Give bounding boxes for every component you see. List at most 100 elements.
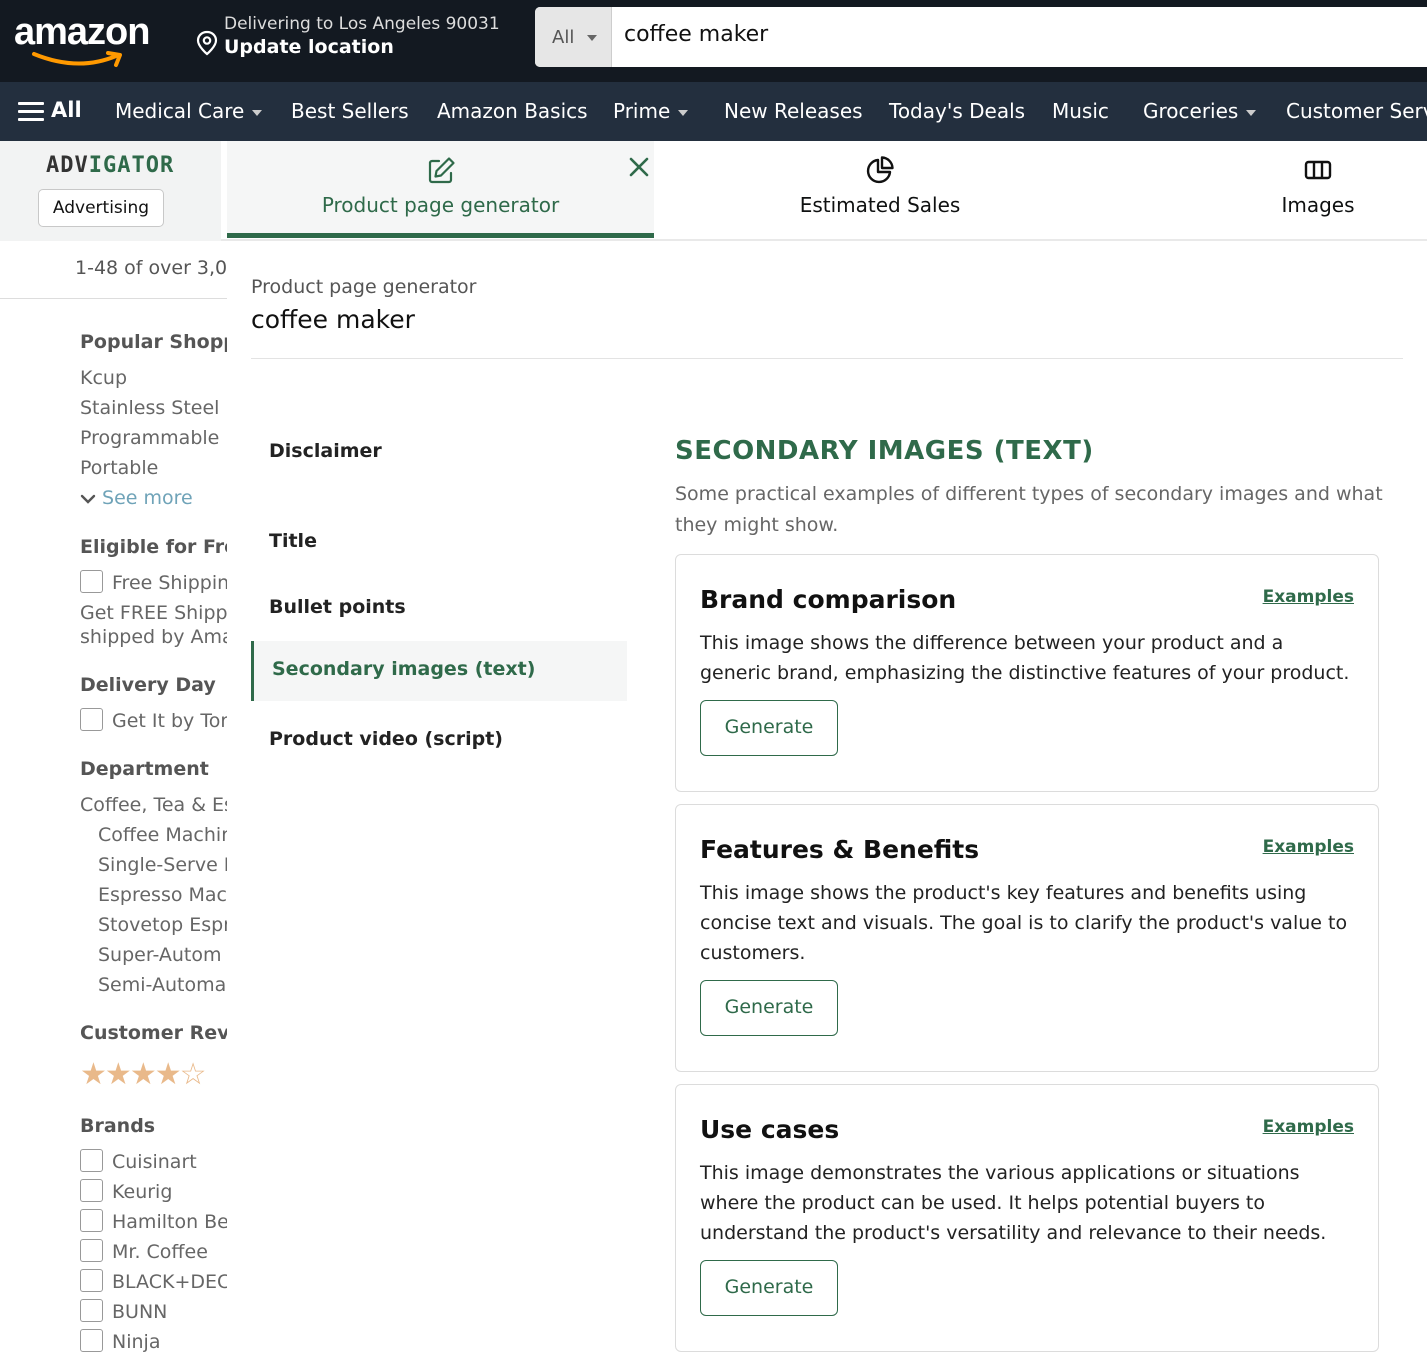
section-label: Product video (script) (269, 728, 503, 750)
checkbox-label: Ninja (112, 1331, 161, 1353)
filter-link[interactable]: Portable (80, 457, 158, 479)
nav-item-prime[interactable]: Prime (613, 99, 689, 123)
filter-heading-brands: Brands (80, 1115, 156, 1137)
filter-heading-eligible: Eligible for Fre (80, 536, 227, 558)
tab-images[interactable]: Images (1106, 141, 1427, 241)
checkbox-label: BUNN (112, 1301, 168, 1323)
tab-label: Product page generator (321, 193, 560, 217)
tab-label: Images (1281, 193, 1355, 217)
nav-item-music[interactable]: Music (1052, 99, 1109, 123)
caret-down-icon (252, 109, 263, 116)
divider (251, 358, 1403, 359)
nav-all-button[interactable]: All (51, 98, 82, 122)
page-title: coffee maker (251, 305, 415, 334)
checkbox[interactable] (80, 1269, 103, 1292)
logo-part: ADV (46, 153, 89, 178)
checkbox[interactable] (80, 1329, 103, 1352)
department-link[interactable]: Semi-Automa (98, 974, 226, 996)
nav-item-todays-deals[interactable]: Today's Deals (889, 99, 1025, 123)
amazon-logo[interactable]: amazon (14, 12, 164, 67)
card-features-benefits: Features & Benefits Examples This image … (675, 804, 1379, 1072)
filter-sidebar: Popular Shopp Kcup Stainless Steel Progr… (0, 299, 227, 1362)
close-icon[interactable] (628, 156, 650, 178)
checkbox-label: Free Shippin (112, 572, 227, 594)
generate-button[interactable]: Generate (700, 1260, 838, 1316)
tab-product-page-generator[interactable]: Product page generator (227, 141, 654, 238)
search-input[interactable]: coffee maker (624, 22, 768, 47)
nav-item-groceries[interactable]: Groceries (1143, 99, 1257, 123)
generate-button[interactable]: Generate (700, 980, 838, 1036)
tab-label: Estimated Sales (799, 193, 961, 217)
chevron-down-icon (80, 494, 96, 504)
checkbox-label: Keurig (112, 1181, 173, 1203)
advigator-brand: ADVIGATOR Advertising (0, 141, 221, 241)
nav-item-medical-care[interactable]: Medical Care (115, 99, 263, 123)
department-link[interactable]: Coffee Machir (98, 824, 227, 846)
nav-item-new-releases[interactable]: New Releases (724, 99, 863, 123)
pie-chart-icon (866, 156, 894, 184)
breadcrumb: Product page generator (251, 276, 477, 298)
department-link[interactable]: Single-Serve I (98, 854, 227, 876)
filter-link[interactable]: Stainless Steel (80, 397, 219, 419)
checkbox-label: BLACK+DEC (112, 1271, 227, 1293)
section-item-secondary-images[interactable]: Secondary images (text) (251, 641, 627, 701)
checkbox[interactable] (80, 1179, 103, 1202)
card-description: This image demonstrates the various appl… (700, 1162, 1327, 1244)
section-label: Secondary images (text) (272, 658, 536, 680)
caret-down-icon (1246, 109, 1257, 116)
free-shipping-note: Get FREE Shipp (80, 602, 227, 624)
card-title: Features & Benefits (700, 835, 980, 864)
section-description: Some practical examples of different typ… (675, 483, 1383, 536)
generate-button[interactable]: Generate (700, 700, 838, 756)
filter-link[interactable]: Programmable (80, 427, 219, 449)
checkbox[interactable] (80, 1149, 103, 1172)
star-icon: ★ (104, 1057, 132, 1092)
section-item-bullet-points[interactable]: Bullet points (251, 579, 627, 639)
checkbox[interactable] (80, 708, 103, 731)
result-count: 1-48 of over 3,0 (75, 257, 228, 279)
advertising-button[interactable]: Advertising (38, 189, 164, 227)
section-heading: SECONDARY IMAGES (TEXT) (675, 436, 1094, 466)
logo-part: IGATOR (88, 153, 175, 178)
filter-heading-popular: Popular Shopp (80, 331, 227, 353)
nav-item-customer-service[interactable]: Customer Serv (1286, 99, 1427, 123)
section-item-product-video[interactable]: Product video (script) (251, 711, 627, 771)
examples-link[interactable]: Examples (1263, 1117, 1354, 1137)
update-location-link[interactable]: Update location (224, 36, 394, 58)
columns-icon (1304, 160, 1332, 180)
card-title: Brand comparison (700, 585, 957, 614)
hamburger-menu-icon[interactable] (18, 102, 44, 122)
department-link[interactable]: Stovetop Espr (98, 914, 227, 936)
checkbox[interactable] (80, 1299, 103, 1322)
filter-heading-delivery: Delivery Day (80, 674, 216, 696)
nav-item-best-sellers[interactable]: Best Sellers (291, 99, 409, 123)
checkbox-label: Cuisinart (112, 1151, 197, 1173)
section-item-title[interactable]: Title (251, 513, 627, 573)
checkbox-label: Mr. Coffee (112, 1241, 208, 1263)
nav-item-amazon-basics[interactable]: Amazon Basics (437, 99, 588, 123)
checkbox[interactable] (80, 1239, 103, 1262)
section-item-disclaimer[interactable]: Disclaimer (251, 423, 627, 483)
checkbox[interactable] (80, 1209, 103, 1232)
examples-link[interactable]: Examples (1263, 587, 1354, 607)
caret-down-icon (587, 35, 597, 41)
filter-link[interactable]: Kcup (80, 367, 127, 389)
product-page-generator-panel: Product page generator coffee maker Disc… (227, 241, 1427, 1362)
department-link[interactable]: Espresso Macl (98, 884, 227, 906)
see-more-link[interactable]: See more (80, 487, 193, 509)
checkbox[interactable] (80, 570, 103, 593)
search-category-dropdown[interactable]: All (535, 7, 612, 67)
search-bar: All coffee maker (535, 7, 1427, 67)
checkbox-label: Hamilton Be (112, 1211, 227, 1233)
main-nav: All Medical Care Best Sellers Amazon Bas… (0, 82, 1427, 141)
department-link[interactable]: Super-Autom (98, 944, 222, 966)
tab-estimated-sales[interactable]: Estimated Sales (654, 141, 1106, 241)
filter-heading-department: Department (80, 758, 209, 780)
star-rating-filter[interactable]: ★★★★☆ (80, 1057, 207, 1092)
department-link[interactable]: Coffee, Tea & Es (80, 794, 227, 816)
top-header: amazon Delivering to Los Angeles 90031 U… (0, 0, 1427, 82)
result-count-bar: 1-48 of over 3,0 (0, 241, 227, 299)
section-label: Bullet points (269, 596, 406, 618)
delivery-address: Delivering to Los Angeles 90031 (224, 14, 500, 34)
examples-link[interactable]: Examples (1263, 837, 1354, 857)
